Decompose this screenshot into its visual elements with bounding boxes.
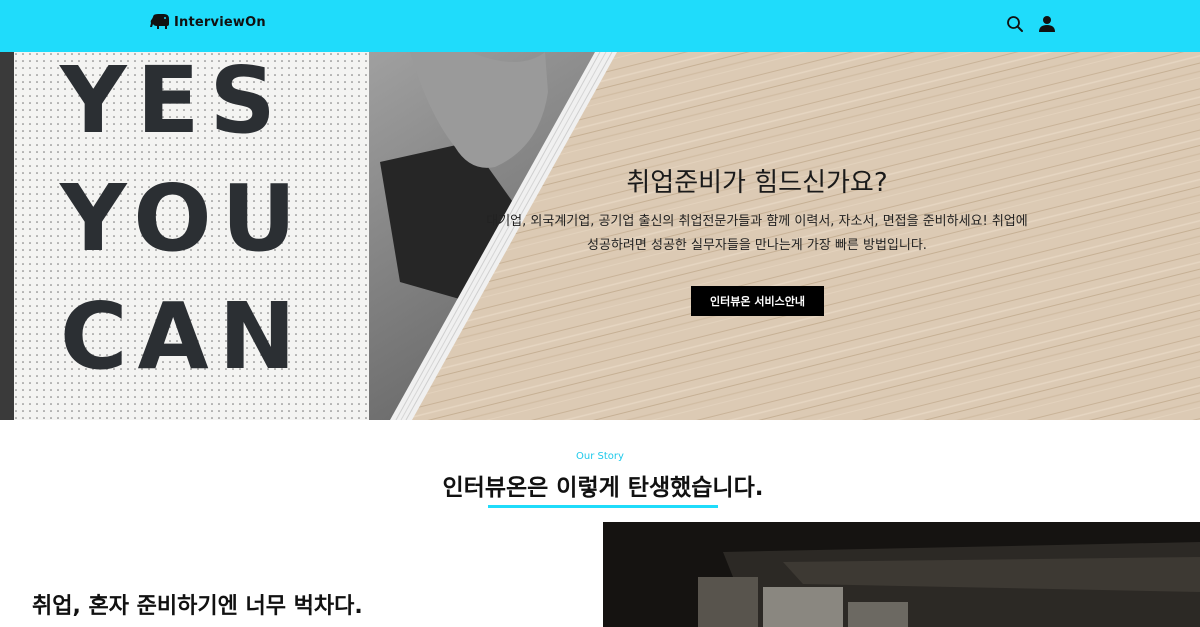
top-navigation-bar: InterviewOn xyxy=(0,0,1200,52)
title-underline xyxy=(488,505,718,508)
hero-description: 대기업, 외국계기업, 공기업 출신의 취업전문가들과 함께 이력서, 자소서,… xyxy=(457,210,1057,258)
section-kicker: Our Story xyxy=(576,451,624,462)
brand-name: InterviewOn xyxy=(174,14,266,30)
hero-description-line: 대기업, 외국계기업, 공기업 출신의 취업전문가들과 함께 이력서, 자소서,… xyxy=(486,214,1028,229)
hero-description-line: 성공하려면 성공한 실무자들을 만나는게 가장 빠른 방법입니다. xyxy=(587,238,927,253)
section-title: 인터뷰온은 이렇게 탄생했습니다. xyxy=(442,475,764,501)
story-photo-image xyxy=(603,522,1200,627)
service-info-button[interactable]: 인터뷰온 서비스안내 xyxy=(691,286,824,316)
user-icon[interactable] xyxy=(1037,14,1057,34)
sign-line: YES xyxy=(60,52,286,154)
yes-you-can-sign: YES YOU CAN xyxy=(60,52,360,396)
brand-logo[interactable]: InterviewOn xyxy=(150,14,266,30)
story-photo xyxy=(603,522,1200,627)
sign-line: CAN xyxy=(60,283,306,390)
hero-banner: YES YOU CAN 취업준비가 힘드신가요? 대기업, 외국계기업, 공기업… xyxy=(0,52,1200,420)
story-heading: 취업, 혼자 준비하기엔 너무 벅차다. xyxy=(32,594,363,619)
elephant-logo-icon xyxy=(150,14,169,29)
hero-title: 취업준비가 힘드신가요? xyxy=(626,168,888,198)
search-icon[interactable] xyxy=(1005,14,1025,34)
sign-line: YOU xyxy=(60,165,307,272)
